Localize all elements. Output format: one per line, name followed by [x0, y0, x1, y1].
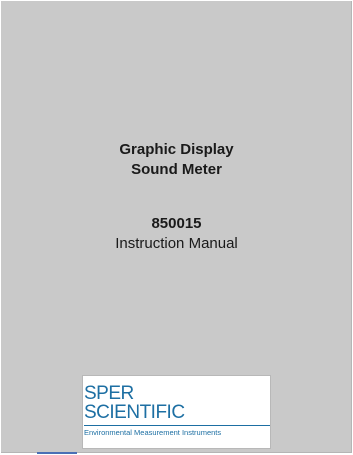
sper-scientific-logo: SPER SCIENTIFIC Environmental Measuremen… [82, 375, 271, 449]
document-subtitle: Instruction Manual [115, 235, 238, 252]
model-number: 850015 [151, 215, 202, 232]
page-indicator[interactable] [37, 452, 77, 454]
title-line-1: Graphic Display [119, 141, 234, 158]
title-line-2: Sound Meter [131, 161, 222, 178]
document-title: Graphic Display Sound Meter [0, 140, 353, 180]
logo-line-2: SCIENTIFIC [84, 402, 185, 423]
logo-line-1: SPER [84, 383, 134, 404]
logo-divider [84, 425, 270, 426]
logo-tagline: Environmental Measurement Instruments [84, 428, 222, 437]
